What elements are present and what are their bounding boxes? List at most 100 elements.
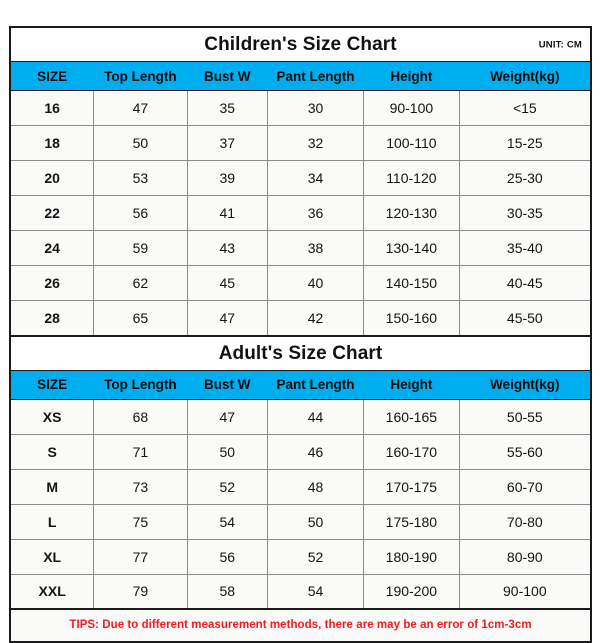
cell-weight: 80-90 xyxy=(458,538,590,575)
table-row: 24 59 43 38 130-140 35-40 xyxy=(11,230,590,266)
cell-weight: 90-100 xyxy=(458,573,590,610)
children-title-row: Children's Size Chart UNIT: CM xyxy=(11,28,590,62)
cell-top-length: 59 xyxy=(93,230,188,266)
cell-weight: 30-35 xyxy=(458,195,590,231)
table-row: 28 65 47 42 150-160 45-50 xyxy=(11,300,590,337)
children-col-weight: Weight(kg) xyxy=(458,61,590,91)
cell-height: 130-140 xyxy=(363,230,460,266)
tips-row: TIPS: Due to different measurement metho… xyxy=(11,608,590,641)
cell-pant-length: 32 xyxy=(266,125,365,161)
children-col-height: Height xyxy=(363,61,460,91)
cell-bust-w: 58 xyxy=(186,573,268,610)
table-row: S 71 50 46 160-170 55-60 xyxy=(11,433,590,470)
cell-size: 28 xyxy=(11,300,95,337)
cell-pant-length: 34 xyxy=(266,160,365,196)
cell-bust-w: 45 xyxy=(186,265,268,301)
table-row: 22 56 41 36 120-130 30-35 xyxy=(11,195,590,231)
cell-weight: 45-50 xyxy=(458,300,590,337)
adult-col-size: SIZE xyxy=(11,369,95,400)
adult-col-bust-w: Bust W xyxy=(186,369,268,400)
table-row: 18 50 37 32 100-110 15-25 xyxy=(11,125,590,161)
cell-bust-w: 37 xyxy=(186,125,268,161)
cell-bust-w: 41 xyxy=(186,195,268,231)
table-row: L 75 54 50 175-180 70-80 xyxy=(11,503,590,540)
cell-height: 170-175 xyxy=(363,468,460,505)
table-row: XL 77 56 52 180-190 80-90 xyxy=(11,538,590,575)
cell-size: 16 xyxy=(11,90,95,126)
cell-pant-length: 48 xyxy=(266,468,365,505)
adult-col-height: Height xyxy=(363,369,460,400)
children-title-cell: Children's Size Chart UNIT: CM xyxy=(11,28,590,62)
cell-top-length: 50 xyxy=(93,125,188,161)
cell-weight: 15-25 xyxy=(458,125,590,161)
size-chart-container: Children's Size Chart UNIT: CM SIZE Top … xyxy=(9,26,592,643)
size-chart-page: Children's Size Chart UNIT: CM SIZE Top … xyxy=(0,0,600,643)
table-row: XXL 79 58 54 190-200 90-100 xyxy=(11,573,590,610)
children-col-top-length: Top Length xyxy=(93,61,188,91)
cell-size: XS xyxy=(11,398,95,435)
cell-bust-w: 56 xyxy=(186,538,268,575)
cell-pant-length: 52 xyxy=(266,538,365,575)
cell-top-length: 53 xyxy=(93,160,188,196)
cell-top-length: 62 xyxy=(93,265,188,301)
children-chart-title: Children's Size Chart xyxy=(204,34,397,55)
cell-height: 175-180 xyxy=(363,503,460,540)
cell-top-length: 73 xyxy=(93,468,188,505)
cell-height: 110-120 xyxy=(363,160,460,196)
cell-bust-w: 39 xyxy=(186,160,268,196)
cell-pant-length: 42 xyxy=(266,300,365,337)
cell-top-length: 56 xyxy=(93,195,188,231)
cell-height: 190-200 xyxy=(363,573,460,610)
cell-top-length: 77 xyxy=(93,538,188,575)
cell-size: 18 xyxy=(11,125,95,161)
cell-bust-w: 54 xyxy=(186,503,268,540)
cell-bust-w: 43 xyxy=(186,230,268,266)
adult-header-row: SIZE Top Length Bust W Pant Length Heigh… xyxy=(11,369,590,400)
cell-weight: 25-30 xyxy=(458,160,590,196)
cell-weight: 55-60 xyxy=(458,433,590,470)
cell-bust-w: 50 xyxy=(186,433,268,470)
cell-height: 120-130 xyxy=(363,195,460,231)
table-row: 20 53 39 34 110-120 25-30 xyxy=(11,160,590,196)
cell-bust-w: 47 xyxy=(186,398,268,435)
size-chart-table: Children's Size Chart UNIT: CM SIZE Top … xyxy=(11,28,590,641)
cell-size: S xyxy=(11,433,95,470)
adult-col-pant-length: Pant Length xyxy=(266,369,365,400)
cell-size: XL xyxy=(11,538,95,575)
children-col-pant-length: Pant Length xyxy=(266,61,365,91)
cell-pant-length: 46 xyxy=(266,433,365,470)
adult-title-row: Adult's Size Chart xyxy=(11,334,590,371)
children-col-bust-w: Bust W xyxy=(186,61,268,91)
cell-top-length: 79 xyxy=(93,573,188,610)
cell-top-length: 75 xyxy=(93,503,188,540)
cell-size: L xyxy=(11,503,95,540)
table-row: XS 68 47 44 160-165 50-55 xyxy=(11,398,590,435)
cell-size: 24 xyxy=(11,230,95,266)
cell-weight: 40-45 xyxy=(458,265,590,301)
cell-bust-w: 52 xyxy=(186,468,268,505)
cell-size: M xyxy=(11,468,95,505)
cell-height: 160-170 xyxy=(363,433,460,470)
cell-pant-length: 38 xyxy=(266,230,365,266)
adult-col-weight: Weight(kg) xyxy=(458,369,590,400)
cell-weight: 60-70 xyxy=(458,468,590,505)
cell-size: 26 xyxy=(11,265,95,301)
cell-top-length: 68 xyxy=(93,398,188,435)
cell-pant-length: 36 xyxy=(266,195,365,231)
cell-height: 90-100 xyxy=(363,90,460,126)
tips-note: TIPS: Due to different measurement metho… xyxy=(69,619,532,631)
cell-height: 140-150 xyxy=(363,265,460,301)
table-row: 26 62 45 40 140-150 40-45 xyxy=(11,265,590,301)
children-col-size: SIZE xyxy=(11,61,95,91)
cell-pant-length: 44 xyxy=(266,398,365,435)
tips-cell: TIPS: Due to different measurement metho… xyxy=(11,608,590,641)
cell-weight: 50-55 xyxy=(458,398,590,435)
cell-height: 100-110 xyxy=(363,125,460,161)
children-header-row: SIZE Top Length Bust W Pant Length Heigh… xyxy=(11,61,590,91)
cell-size: XXL xyxy=(11,573,95,610)
cell-weight: <15 xyxy=(458,90,590,126)
adult-col-top-length: Top Length xyxy=(93,369,188,400)
cell-top-length: 47 xyxy=(93,90,188,126)
cell-weight: 35-40 xyxy=(458,230,590,266)
cell-size: 20 xyxy=(11,160,95,196)
